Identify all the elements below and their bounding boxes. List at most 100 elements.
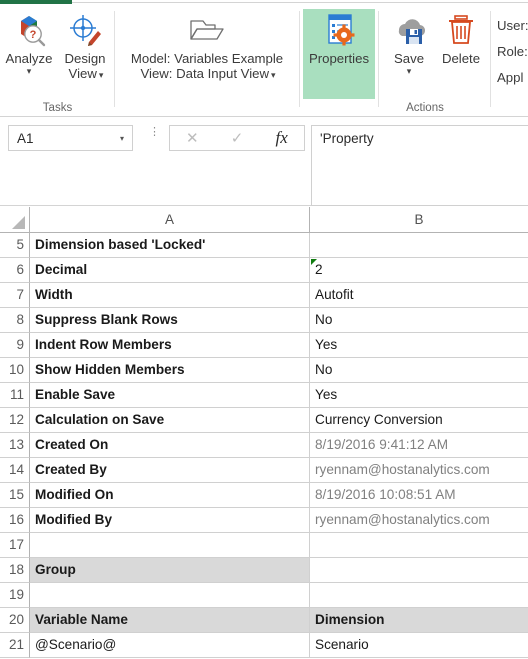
row-header-21[interactable]: 21 [0, 633, 30, 658]
cell-a19[interactable] [30, 583, 310, 608]
name-box[interactable]: A1 ▾ [8, 125, 133, 151]
formula-bar-handle-icon[interactable]: ⋮ [149, 127, 160, 146]
cell-b13[interactable]: 8/19/2016 9:41:12 AM [310, 433, 528, 458]
design-view-label-line1: Design [64, 51, 106, 66]
application-label: Appl [497, 70, 524, 85]
save-caret-icon[interactable]: ▾ [384, 66, 434, 76]
cell-a17[interactable] [30, 533, 310, 558]
cell-a15[interactable]: Modified On [30, 483, 310, 508]
table-row: 6 Decimal 2 [0, 258, 528, 283]
model-view-selector[interactable]: Model: Variables Example View: Data Inpu… [115, 9, 299, 81]
cell-a7[interactable]: Width [30, 283, 310, 308]
cancel-icon[interactable]: ✕ [172, 129, 212, 147]
cell-a10[interactable]: Show Hidden Members [30, 358, 310, 383]
cell-a11[interactable]: Enable Save [30, 383, 310, 408]
table-row: 9 Indent Row Members Yes [0, 333, 528, 358]
spreadsheet-grid: A B 5 Dimension based 'Locked' 6 Decimal 2 7 W… [0, 207, 528, 659]
user-label: User: [497, 18, 528, 33]
cell-b16[interactable]: ryennam@hostanalytics.com [310, 508, 528, 533]
table-row: 12 Calculation on Save Currency Conversion [0, 408, 528, 433]
cell-a13[interactable]: Created On [30, 433, 310, 458]
cell-b18[interactable] [310, 558, 528, 583]
cell-a14[interactable]: Created By [30, 458, 310, 483]
row-header-5[interactable]: 5 [0, 233, 30, 258]
row-header-15[interactable]: 15 [0, 483, 30, 508]
cell-a8[interactable]: Suppress Blank Rows [30, 308, 310, 333]
table-row: 17 [0, 533, 528, 558]
row-header-20[interactable]: 20 [0, 608, 30, 633]
save-button[interactable]: Save ▾ [384, 9, 434, 76]
crosshair-pencil-icon [56, 9, 114, 51]
tab-strip-divider [72, 2, 528, 3]
formula-bar-area: A1 ▾ ⋮ ✕ ✓ fx 'Property [0, 118, 528, 206]
table-row: 10 Show Hidden Members No [0, 358, 528, 383]
analyze-button[interactable]: ? Analyze ▾ [2, 9, 56, 76]
confirm-check-icon[interactable]: ✓ [217, 129, 257, 147]
row-header-8[interactable]: 8 [0, 308, 30, 333]
column-header-row: A B [0, 207, 528, 233]
cell-b17[interactable] [310, 533, 528, 558]
properties-gear-list-icon [303, 9, 375, 51]
properties-button[interactable]: Properties [303, 9, 375, 99]
svg-text:?: ? [30, 29, 37, 41]
cell-b15[interactable]: 8/19/2016 10:08:51 AM [310, 483, 528, 508]
cell-a6[interactable]: Decimal [30, 258, 310, 283]
row-header-10[interactable]: 10 [0, 358, 30, 383]
design-view-caret-icon[interactable]: ▾ [99, 70, 104, 80]
cell-a21[interactable]: @Scenario@ [30, 633, 310, 658]
model-view-caret-icon[interactable]: ▾ [271, 70, 276, 80]
ribbon-group-model-view: Model: Variables Example View: Data Inpu… [115, 5, 300, 117]
table-row: 21 @Scenario@ Scenario [0, 633, 528, 658]
table-row: 18 Group [0, 558, 528, 583]
chevron-down-icon[interactable]: ▾ [112, 134, 132, 143]
column-header-b[interactable]: B [310, 207, 528, 233]
row-header-14[interactable]: 14 [0, 458, 30, 483]
cell-a20[interactable]: Variable Name [30, 608, 310, 633]
cell-error-flag-icon[interactable] [311, 259, 317, 265]
table-row: 14 Created By ryennam@hostanalytics.com [0, 458, 528, 483]
row-header-16[interactable]: 16 [0, 508, 30, 533]
row-header-19[interactable]: 19 [0, 583, 30, 608]
cell-b14[interactable]: ryennam@hostanalytics.com [310, 458, 528, 483]
select-all-button[interactable] [0, 207, 30, 233]
insert-function-icon[interactable]: fx [262, 128, 302, 148]
cell-a12[interactable]: Calculation on Save [30, 408, 310, 433]
row-header-11[interactable]: 11 [0, 383, 30, 408]
cell-b21[interactable]: Scenario [310, 633, 528, 658]
table-row: 5 Dimension based 'Locked' [0, 233, 528, 258]
cell-b20[interactable]: Dimension [310, 608, 528, 633]
cell-b5[interactable] [310, 233, 528, 258]
tasks-group-label: Tasks [42, 102, 73, 114]
row-header-6[interactable]: 6 [0, 258, 30, 283]
cell-b11[interactable]: Yes [310, 383, 528, 408]
cell-a16[interactable]: Modified By [30, 508, 310, 533]
cell-b7[interactable]: Autofit [310, 283, 528, 308]
row-header-17[interactable]: 17 [0, 533, 30, 558]
row-header-12[interactable]: 12 [0, 408, 30, 433]
ribbon-group-tasks: ? Analyze ▾ Design View ▾ Tasks [0, 5, 115, 117]
row-header-9[interactable]: 9 [0, 333, 30, 358]
row-header-18[interactable]: 18 [0, 558, 30, 583]
analyze-cube-magnifier-icon: ? [2, 9, 56, 51]
select-all-triangle-icon [12, 216, 25, 229]
row-header-7[interactable]: 7 [0, 283, 30, 308]
delete-button[interactable]: Delete [434, 9, 488, 66]
cell-a5[interactable]: Dimension based 'Locked' [30, 233, 310, 258]
table-row: 16 Modified By ryennam@hostanalytics.com [0, 508, 528, 533]
formula-action-buttons: ✕ ✓ fx [169, 125, 305, 151]
formula-input[interactable]: 'Property [311, 125, 528, 206]
row-header-13[interactable]: 13 [0, 433, 30, 458]
cell-a18[interactable]: Group [30, 558, 310, 583]
analyze-caret-icon[interactable]: ▾ [2, 66, 56, 76]
cell-b10[interactable]: No [310, 358, 528, 383]
group-separator [490, 11, 491, 107]
cell-a9[interactable]: Indent Row Members [30, 333, 310, 358]
analyze-label: Analyze [5, 51, 53, 66]
cell-b12[interactable]: Currency Conversion [310, 408, 528, 433]
column-header-a[interactable]: A [30, 207, 310, 233]
cell-b9[interactable]: Yes [310, 333, 528, 358]
cell-b6[interactable]: 2 [310, 258, 528, 283]
cell-b8[interactable]: No [310, 308, 528, 333]
design-view-button[interactable]: Design View ▾ [56, 9, 114, 81]
cell-b19[interactable] [310, 583, 528, 608]
